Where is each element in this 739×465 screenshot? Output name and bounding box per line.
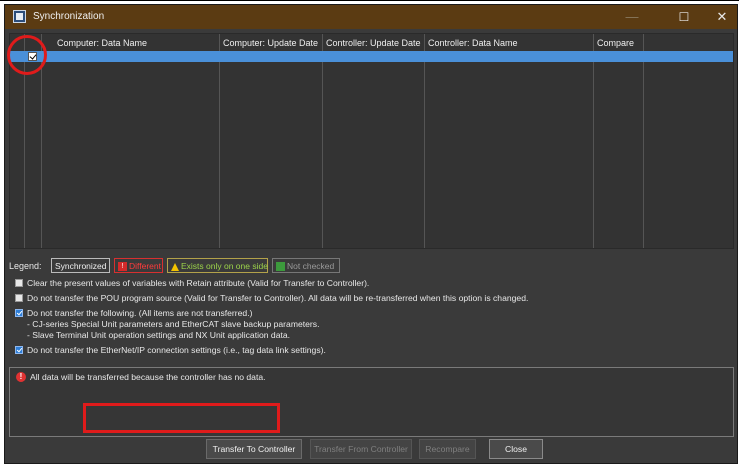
top-border-line [0, 0, 739, 1]
maximize-button[interactable]: ☐ [667, 7, 701, 27]
exclamation-icon: ! [118, 262, 127, 272]
legend-synchronized: Synchronized [51, 258, 110, 273]
message-text: All data will be transferred because the… [30, 372, 266, 382]
transfer-to-controller-button[interactable]: Transfer To Controller [206, 439, 302, 459]
option-no-transfer-following-label: Do not transfer the following. (All item… [27, 308, 253, 318]
not-checked-icon [276, 262, 285, 272]
annotation-rectangle [83, 403, 280, 433]
column-header-controller-data-name[interactable]: Controller: Data Name [424, 36, 593, 50]
column-divider [643, 34, 644, 248]
legend-different: ! Different [114, 258, 163, 273]
synchronization-window: Synchronization — ☐ ✕ Computer: Data Nam… [4, 4, 738, 464]
warning-icon [171, 262, 179, 271]
column-divider [424, 34, 425, 248]
column-divider [593, 34, 594, 248]
close-button[interactable]: Close [489, 439, 543, 459]
annotation-circle [7, 35, 47, 75]
transfer-from-controller-button[interactable]: Transfer From Controller [310, 439, 412, 459]
option-subitem-slave-terminal: - Slave Terminal Unit operation settings… [27, 330, 291, 340]
option-no-ethernetip-checkbox[interactable] [15, 346, 23, 354]
error-icon: ! [16, 372, 26, 382]
legend-exists-one-side: Exists only on one side [167, 258, 268, 273]
sync-table[interactable]: Computer: Data Name Computer: Update Dat… [9, 33, 734, 249]
column-header-controller-update-date[interactable]: Controller: Update Date [322, 36, 424, 50]
close-window-button[interactable]: ✕ [705, 7, 739, 27]
column-header-compare[interactable]: Compare [593, 36, 643, 50]
legend-synchronized-text: Synchronized [55, 261, 107, 271]
legend-exists-text: Exists only on one side [181, 261, 268, 271]
option-subitem-cj-series: - CJ-series Special Unit parameters and … [27, 319, 320, 329]
legend-different-text: Different [129, 261, 161, 271]
option-no-ethernetip-label: Do not transfer the EtherNet/IP connecti… [27, 345, 326, 355]
option-no-pou-source-checkbox[interactable] [15, 294, 23, 302]
legend-label: Legend: [9, 261, 42, 271]
option-clear-retain-checkbox[interactable] [15, 279, 23, 287]
app-icon [13, 10, 26, 23]
option-clear-retain-label: Clear the present values of variables wi… [27, 278, 370, 288]
option-no-pou-source-label: Do not transfer the POU program source (… [27, 293, 529, 303]
legend-not-checked-text: Not checked [287, 261, 335, 271]
option-no-transfer-following-checkbox[interactable] [15, 309, 23, 317]
column-header-computer-data-name[interactable]: Computer: Data Name [53, 36, 219, 50]
legend-not-checked: Not checked [272, 258, 340, 273]
column-divider [322, 34, 323, 248]
table-row[interactable] [41, 51, 733, 62]
column-divider [219, 34, 220, 248]
window-title: Synchronization [33, 11, 105, 22]
minimize-button[interactable]: — [615, 7, 649, 27]
title-bar[interactable]: Synchronization — ☐ ✕ [5, 5, 737, 29]
recompare-button[interactable]: Recompare [419, 439, 476, 459]
column-header-computer-update-date[interactable]: Computer: Update Date [219, 36, 322, 50]
